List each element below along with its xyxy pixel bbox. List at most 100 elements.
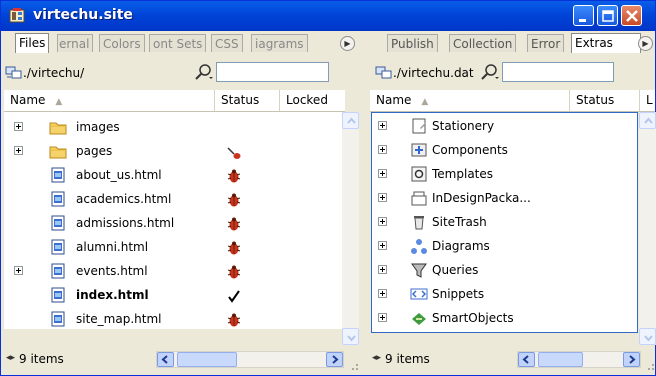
maximize-button[interactable]	[597, 5, 618, 26]
expand-icon[interactable]	[378, 265, 387, 274]
expand-icon[interactable]	[378, 241, 387, 250]
tab-external[interactable]: ernal	[57, 34, 94, 52]
tab-css[interactable]: CSS	[211, 34, 243, 52]
right-expand-collapse-icon[interactable]: ◂▸	[372, 353, 381, 363]
left-search-input[interactable]	[216, 62, 329, 82]
resize-grip-icon[interactable]	[347, 359, 359, 371]
file-row[interactable]: events.html	[4, 260, 342, 284]
status-column-header[interactable]: Status	[215, 90, 280, 111]
item-name: alumni.html	[76, 240, 149, 254]
file-row[interactable]: alumni.html	[4, 236, 342, 260]
expand-collapse-icon[interactable]: ◂▸	[6, 353, 15, 363]
expand-icon[interactable]	[14, 122, 23, 131]
extras-row[interactable]: Components	[372, 139, 637, 163]
bug-status-icon	[227, 193, 241, 207]
item-name: pages	[76, 144, 113, 158]
tab-extras[interactable]: Extras	[571, 33, 641, 53]
site-app-icon	[9, 8, 25, 23]
diagrams-icon	[411, 239, 427, 254]
extras-row[interactable]: Queries	[372, 259, 637, 283]
right-path-bar: ./virtechu.dat	[367, 55, 655, 88]
components-icon	[411, 143, 427, 157]
left-status-bar: ◂▸ 9 items	[1, 345, 361, 373]
scroll-down-button[interactable]	[342, 328, 359, 345]
right-find-icon[interactable]	[479, 63, 501, 81]
file-row[interactable]: site_map.html	[4, 308, 342, 329]
right-tabs-overflow-button[interactable]: ▶	[638, 36, 653, 51]
right-horizontal-scroll-thumb[interactable]	[538, 352, 583, 367]
extras-row[interactable]: Snippets	[372, 283, 637, 307]
bug-status-icon	[227, 217, 241, 231]
item-name: InDesignPacka...	[432, 191, 531, 205]
minimize-button[interactable]	[573, 5, 594, 26]
right-vertical-scrollbar[interactable]	[639, 112, 656, 345]
right-name-column-header[interactable]: Name ▲	[370, 90, 570, 111]
horizontal-scroll-thumb[interactable]	[177, 352, 237, 367]
extras-row[interactable]: Templates	[372, 163, 637, 187]
extras-row[interactable]: Stationery	[372, 115, 637, 139]
tab-error[interactable]: Error	[527, 34, 565, 52]
right-status-column-header[interactable]: Status	[570, 90, 640, 111]
right-status-bar: ◂▸ 9 items	[367, 345, 655, 373]
html-file-icon	[51, 263, 65, 279]
extras-row[interactable]: SiteTrash	[372, 211, 637, 235]
file-list: images pages about_us.html academics.html ad…	[4, 112, 342, 329]
expand-icon[interactable]	[378, 313, 387, 322]
extras-row[interactable]: Diagrams	[372, 235, 637, 259]
extras-list: Stationery Components Templates InDesignPac…	[371, 112, 638, 333]
expand-icon[interactable]	[378, 289, 387, 298]
right-scroll-up-button[interactable]	[639, 112, 656, 129]
expand-icon[interactable]	[378, 169, 387, 178]
file-row[interactable]: index.html	[4, 284, 342, 308]
chevron-down-icon	[644, 335, 653, 342]
file-row[interactable]: images	[4, 116, 342, 140]
tab-colors[interactable]: Colors	[99, 34, 145, 52]
html-file-icon	[51, 167, 65, 183]
expand-icon[interactable]	[378, 217, 387, 226]
file-row[interactable]: about_us.html	[4, 164, 342, 188]
tab-publish[interactable]: Publish	[387, 34, 438, 52]
right-scroll-right-button[interactable]	[623, 352, 640, 367]
extras-row[interactable]: SmartObjects	[372, 307, 637, 331]
scroll-up-button[interactable]	[342, 112, 359, 129]
expand-icon[interactable]	[378, 193, 387, 202]
scroll-left-button[interactable]	[157, 352, 174, 367]
close-button[interactable]	[621, 5, 642, 26]
dat-path-icon	[375, 66, 392, 79]
files-panel: Files ernal Colors ont Sets CSS iagrams …	[1, 31, 361, 375]
left-horizontal-scrollbar[interactable]	[156, 351, 344, 368]
right-item-count: 9 items	[385, 352, 430, 366]
right-locked-column-header[interactable]: L	[640, 90, 655, 111]
right-scroll-down-button[interactable]	[639, 328, 656, 345]
expand-icon[interactable]	[378, 145, 387, 154]
left-tab-strip: Files ernal Colors ont Sets CSS iagrams …	[1, 31, 361, 55]
expand-icon[interactable]	[378, 121, 387, 130]
tab-diagrams[interactable]: iagrams	[251, 34, 308, 52]
expand-icon[interactable]	[14, 146, 23, 155]
right-search-input[interactable]	[502, 62, 614, 82]
extras-row[interactable]: InDesignPacka...	[372, 187, 637, 211]
file-row[interactable]: academics.html	[4, 188, 342, 212]
tab-files[interactable]: Files	[15, 33, 50, 53]
checkout-status-icon	[227, 147, 241, 159]
chevron-right-icon	[332, 355, 339, 364]
locked-column-header[interactable]: Locked	[280, 90, 345, 111]
find-icon[interactable]	[193, 63, 215, 81]
file-row[interactable]: pages	[4, 140, 342, 164]
item-name: Diagrams	[432, 239, 490, 253]
right-horizontal-scrollbar[interactable]	[517, 351, 641, 368]
item-name: SiteTrash	[432, 215, 487, 229]
right-scroll-left-button[interactable]	[518, 352, 535, 367]
right-resize-grip-icon[interactable]	[643, 359, 655, 371]
left-vertical-scrollbar[interactable]	[342, 112, 359, 345]
chevron-down-icon	[347, 335, 356, 342]
file-row[interactable]: admissions.html	[4, 212, 342, 236]
tabs-overflow-button[interactable]: ▶	[340, 36, 355, 51]
stationery-icon	[412, 118, 426, 134]
tab-font-sets[interactable]: ont Sets	[149, 34, 207, 52]
expand-icon[interactable]	[14, 266, 23, 275]
title-bar[interactable]: virtechu.site	[1, 1, 655, 31]
scroll-right-button[interactable]	[326, 352, 343, 367]
tab-collection[interactable]: Collection	[449, 34, 517, 52]
name-column-header[interactable]: Name ▲	[4, 90, 215, 111]
